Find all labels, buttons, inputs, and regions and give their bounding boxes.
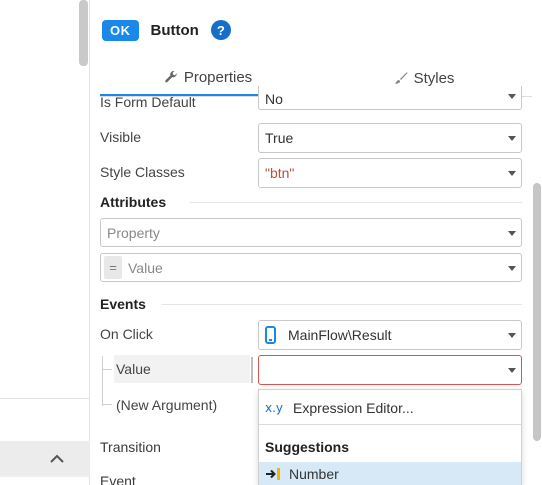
style-classes-value: "btn" — [265, 165, 295, 181]
tab-properties-label: Properties — [183, 68, 253, 86]
wrench-icon — [164, 70, 178, 84]
dropdown-caret-icon — [508, 136, 516, 141]
prop-row-style-classes: Style Classes "btn" — [100, 158, 525, 188]
dropdown-caret-icon — [508, 368, 516, 373]
value-dropdown-menu: x.y Expression Editor... Suggestions Num… — [258, 389, 522, 485]
suggestion-item-number[interactable]: Number — [259, 462, 521, 485]
tree-connector — [102, 404, 112, 405]
prop-row-visible: Visible True — [100, 123, 525, 153]
expression-icon: x.y — [265, 401, 284, 415]
equals-icon: = — [104, 256, 122, 279]
prop-label-transition: Transition — [100, 439, 161, 455]
dropdown-caret-icon — [508, 94, 516, 99]
left-divider — [0, 398, 90, 399]
on-click-select[interactable]: MainFlow\Result — [258, 320, 522, 350]
left-pane — [0, 0, 90, 485]
prop-label-is-form-default: Is Form Default — [100, 94, 196, 110]
prop-row-is-form-default: Is Form Default No — [100, 86, 525, 118]
brush-icon — [394, 71, 408, 85]
suggestion-number-label: Number — [289, 466, 339, 482]
dropdown-caret-icon — [508, 231, 516, 236]
left-bottom-bar — [0, 441, 90, 477]
prop-label-style-classes: Style Classes — [100, 164, 185, 180]
style-classes-select[interactable]: "btn" — [258, 158, 522, 188]
section-attributes: Attributes — [100, 194, 167, 210]
column-splitter[interactable] — [251, 357, 253, 383]
dropdown-caret-icon — [508, 333, 516, 338]
attribute-value-select[interactable]: = Value — [100, 253, 522, 282]
widget-header: OK Button ? — [102, 16, 231, 44]
section-events: Events — [100, 296, 146, 312]
argument-value-input[interactable] — [258, 355, 522, 385]
visible-select[interactable]: True — [258, 123, 522, 153]
visible-value: True — [265, 130, 294, 146]
prop-row-on-click: On Click MainFlow\Result — [100, 320, 525, 350]
widget-badge: OK — [102, 19, 139, 41]
attribute-value-placeholder: Value — [128, 259, 163, 276]
help-icon[interactable]: ? — [210, 20, 231, 40]
phone-icon — [265, 326, 276, 344]
widget-title: Button — [150, 21, 199, 39]
properties-panel: OK Button ? Properties Styles Is Form De… — [90, 0, 542, 485]
suggestions-header: Suggestions — [265, 439, 350, 455]
expression-editor-option[interactable]: x.y Expression Editor... — [259, 394, 521, 422]
properties-scrollbar-thumb[interactable] — [533, 183, 541, 441]
section-divider — [190, 202, 522, 203]
attribute-property-placeholder: Property — [107, 224, 160, 241]
prop-row-argument-value: Value — [100, 355, 525, 385]
expression-editor-label: Expression Editor... — [293, 400, 414, 416]
dropdown-caret-icon — [508, 266, 516, 271]
dropdown-caret-icon — [508, 171, 516, 176]
attribute-property-select[interactable]: Property — [100, 218, 522, 247]
left-scrollbar-thumb[interactable] — [79, 0, 88, 66]
prop-label-on-click: On Click — [100, 326, 153, 342]
tab-styles-label: Styles — [413, 69, 455, 87]
new-argument-label[interactable]: (New Argument) — [116, 397, 217, 413]
dropdown-divider — [259, 424, 521, 425]
is-form-default-select[interactable]: No — [258, 86, 522, 110]
chevron-up-icon[interactable] — [50, 454, 64, 464]
on-click-value: MainFlow\Result — [288, 327, 392, 343]
arrow-into-icon — [265, 467, 281, 481]
is-form-default-value: No — [265, 90, 283, 107]
prop-label-event: Event — [100, 473, 136, 485]
section-divider — [162, 304, 522, 305]
prop-label-visible: Visible — [100, 129, 141, 145]
argument-value-label: Value — [116, 361, 151, 377]
